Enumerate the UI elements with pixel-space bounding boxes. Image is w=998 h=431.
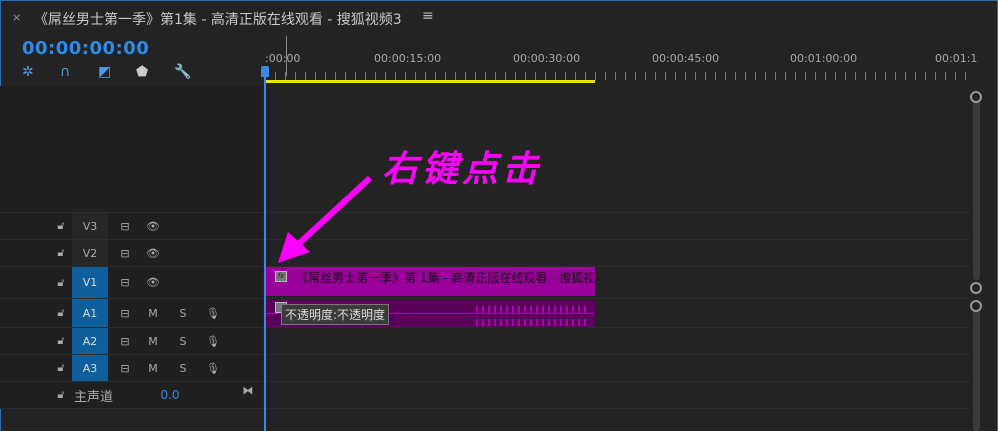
lock-icon[interactable]: 🔓︎ (52, 382, 70, 408)
ruler-label: 00:00:30:00 (513, 52, 581, 65)
lock-icon[interactable]: 🔓︎ (52, 299, 70, 327)
solo-button[interactable]: S (172, 299, 194, 327)
master-volume-value[interactable]: 0.0 (156, 382, 184, 408)
lock-icon[interactable]: 🔓︎ (52, 213, 70, 239)
sequence-title: 《屌丝男士第一季》第1集 - 高清正版在线观看 - 搜狐视频3 (34, 12, 402, 28)
annotation-arrow (278, 175, 373, 263)
mute-button[interactable]: M (142, 328, 164, 354)
vertical-scrollbar-video[interactable] (973, 100, 980, 280)
panel-tab[interactable]: × 《屌丝男士第一季》第1集 - 高清正版在线观看 - 搜狐视频3 ≡ (0, 0, 998, 36)
lock-icon[interactable]: 🔓︎ (52, 355, 70, 381)
microphone-icon[interactable]: 🎙︎ (202, 328, 224, 354)
linked-selection-icon[interactable]: ◩ (98, 64, 136, 82)
hover-line (286, 36, 287, 76)
track-v3: 🔓︎ V3 ⊟ 👁︎ (0, 212, 970, 239)
playhead-handle[interactable] (261, 66, 269, 77)
clip-title: 《屌丝男士第一季》第 1集 - 高清正版在线观看 - 搜狐视频 (296, 271, 594, 285)
ruler-ticks (265, 72, 970, 80)
lock-icon[interactable]: 🔓︎ (52, 267, 70, 298)
mute-button[interactable]: M (142, 299, 164, 327)
lock-icon[interactable]: 🔓︎ (52, 240, 70, 266)
track-v2: 🔓︎ V2 ⊟ 👁︎ (0, 239, 970, 266)
sync-lock-icon[interactable]: ⊟ (112, 213, 138, 239)
track-a2: 🔓︎ A2 ⊟ M S 🎙︎ (0, 327, 970, 354)
wrench-settings-icon[interactable]: 🔧 (174, 64, 212, 82)
audio-waveform (476, 306, 586, 313)
ruler-label: 00:00:45:00 (652, 52, 720, 65)
track-name[interactable]: V3 (72, 213, 108, 239)
microphone-icon[interactable]: 🎙︎ (202, 299, 224, 327)
add-marker-icon[interactable]: ⬟ (136, 64, 174, 82)
track-name[interactable]: V1 (72, 267, 108, 298)
timecode[interactable]: 00:00:00:00 (22, 38, 149, 59)
playhead-line[interactable] (264, 66, 266, 431)
eye-icon[interactable]: 👁︎ (140, 240, 166, 266)
track-name[interactable]: A2 (72, 328, 108, 354)
annotation-text: 右键点击 (382, 148, 543, 190)
snap-magnet-icon[interactable]: ∩ (60, 64, 98, 82)
track-header-empty (0, 86, 263, 212)
close-tab-icon[interactable]: × (12, 11, 21, 24)
panel-menu-icon[interactable]: ≡ (422, 8, 434, 24)
ruler-label: 00:01:1 (935, 52, 978, 65)
work-area-bar[interactable] (265, 80, 595, 83)
sync-lock-icon[interactable]: ⊟ (112, 240, 138, 266)
sync-lock-icon[interactable]: ⊟ (112, 299, 138, 327)
sync-lock-icon[interactable]: ⊟ (112, 328, 138, 354)
track-a3: 🔓︎ A3 ⊟ M S 🎙︎ (0, 354, 970, 381)
fx-badge[interactable]: fx (275, 271, 287, 282)
ruler-label: :00:00 (265, 52, 301, 65)
eye-icon[interactable]: 👁︎ (140, 267, 166, 298)
ruler-label: 00:00:15:00 (374, 52, 442, 65)
track-name[interactable]: V2 (72, 240, 108, 266)
ruler-label: 00:01:00:00 (790, 52, 858, 65)
scroll-handle[interactable] (970, 91, 982, 103)
sync-lock-icon[interactable]: ⊟ (112, 355, 138, 381)
gap-icon[interactable]: ⧓ (238, 382, 258, 408)
eye-icon[interactable]: 👁︎ (140, 213, 166, 239)
tooltip: 不透明度:不透明度 (281, 304, 390, 325)
audio-waveform (476, 319, 586, 326)
track-name[interactable]: A1 (72, 299, 108, 327)
vertical-scrollbar-audio[interactable] (973, 305, 980, 431)
master-track-name: 主声道 (74, 389, 114, 405)
nest-sequence-icon[interactable]: ✲ (22, 64, 60, 82)
mute-button[interactable]: M (142, 355, 164, 381)
lock-icon[interactable]: 🔓︎ (52, 328, 70, 354)
sync-lock-icon[interactable]: ⊟ (112, 267, 138, 298)
scroll-handle[interactable] (970, 282, 982, 294)
solo-button[interactable]: S (172, 328, 194, 354)
track-master: 🔓︎ 主声道 0.0 ⧓ (0, 381, 970, 409)
track-name[interactable]: A3 (72, 355, 108, 381)
solo-button[interactable]: S (172, 355, 194, 381)
scroll-handle[interactable] (970, 300, 982, 312)
video-clip[interactable]: fx 《屌丝男士第一季》第 1集 - 高清正版在线观看 - 搜狐视频 (266, 267, 595, 296)
microphone-icon[interactable]: 🎙︎ (202, 355, 224, 381)
